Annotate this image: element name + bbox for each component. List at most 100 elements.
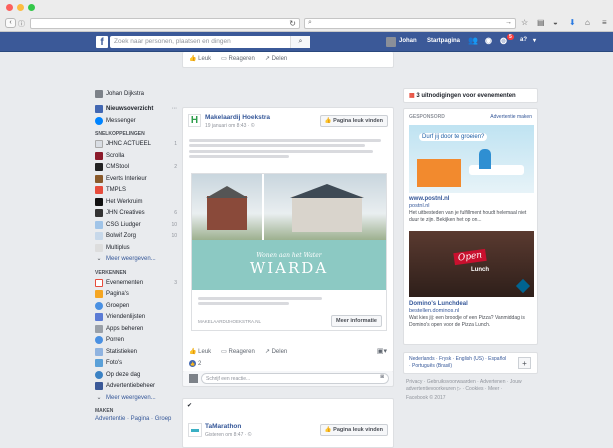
page-icon: [95, 163, 103, 172]
sidebar-item-groups[interactable]: Groepen: [95, 300, 180, 312]
events-invites-box[interactable]: ▦ 3 uitnodigingen voor evenementen: [403, 88, 538, 103]
ad1-title[interactable]: www.postnl.nl: [409, 196, 449, 202]
messages-icon[interactable]: ◉: [485, 36, 492, 45]
address-bar[interactable]: ↻: [30, 18, 300, 29]
share-button[interactable]: ↗ Delen: [265, 55, 287, 62]
postnl-ad-image[interactable]: Durf jij door te groeien?: [409, 125, 534, 193]
add-language-button[interactable]: +: [518, 357, 531, 369]
facebook-search-input[interactable]: Zoek naar personen, plaatsen en dingen ⌕: [110, 36, 310, 48]
shortcut-item[interactable]: CSG Liudger 10: [95, 219, 180, 231]
comment-input[interactable]: Schrijf een reactie... ◙: [201, 373, 389, 384]
friends-icon: [95, 313, 103, 322]
sidebar-item-messenger[interactable]: Messenger: [95, 115, 180, 127]
flag-icon: [95, 290, 103, 299]
create-ad-link[interactable]: Advertentie maken: [490, 114, 532, 120]
shortcut-item[interactable]: Everts Interieur: [95, 173, 180, 185]
shortcut-item[interactable]: Het Werkruim: [95, 196, 180, 208]
dominos-ad-image[interactable]: Open Lunch: [409, 231, 534, 297]
browser-search-input[interactable]: ⌕ →: [304, 18, 516, 29]
lunch-badge-text: Lunch: [471, 267, 489, 273]
share-button[interactable]: ↗ Delen: [265, 348, 287, 355]
footer-links[interactable]: Privacy · Gebruiksvoorwaarden · Adverten…: [403, 379, 538, 392]
create-header: MAKEN: [95, 408, 114, 414]
shortcut-item[interactable]: TMPLS: [95, 185, 180, 197]
profile-link[interactable]: Johan: [399, 38, 417, 44]
reload-icon[interactable]: ↻: [289, 19, 296, 28]
camera-icon[interactable]: ◙: [380, 374, 384, 380]
page-avatar[interactable]: H: [188, 114, 201, 127]
more-options-icon[interactable]: ···: [172, 106, 177, 112]
sidebar-item-news-feed[interactable]: Nieuwsoverzicht ···: [95, 104, 180, 116]
chart-icon: [95, 347, 103, 356]
ads-manager-icon: [95, 382, 103, 391]
pocket-icon[interactable]: ◒: [553, 18, 558, 27]
sidebar-profile[interactable]: Johan Dijkstra: [95, 88, 180, 100]
info-icon[interactable]: ⓘ: [18, 19, 25, 29]
ad2-domain[interactable]: bestellen.dominos.nl: [409, 308, 459, 314]
post-author[interactable]: TaMarathon: [205, 423, 241, 430]
create-links[interactable]: Advertentie · Pagina · Groep: [95, 416, 180, 425]
search-placeholder: Zoek naar personen, plaatsen en dingen: [114, 38, 231, 45]
shortcut-item[interactable]: JHNC ACTUEEL 1: [95, 139, 180, 151]
zoom-window-button[interactable]: [28, 4, 35, 11]
shortcut-item[interactable]: CMStool 2: [95, 162, 180, 174]
reading-list-icon[interactable]: ▤: [537, 18, 545, 27]
sidebar-item-ads-manager[interactable]: Advertentiebeheer: [95, 381, 180, 393]
shortcuts-more-link[interactable]: ⌄ Meer weergeven...: [95, 254, 180, 266]
ad2-description: Wat kies jij: een broodje of een Pizza? …: [409, 315, 525, 328]
sidebar-item-pokes[interactable]: Porren: [95, 335, 180, 347]
home-link[interactable]: Startpagina: [427, 38, 460, 44]
account-menu-chevron-icon[interactable]: ▾: [533, 37, 536, 44]
notifications-icon[interactable]: ◍: [500, 36, 507, 45]
open-sign-text: Open: [453, 248, 487, 266]
link-preview[interactable]: Wonen aan het Water WIARDA MAKELAARDIJHO…: [191, 173, 387, 331]
explore-header: VERKENNEN: [95, 269, 127, 276]
comment-button[interactable]: ▭ Reageren: [221, 55, 255, 62]
sidebar-item-on-this-day[interactable]: Op deze dag: [95, 369, 180, 381]
shortcut-item[interactable]: JHN Creatives 6: [95, 208, 180, 220]
menu-icon[interactable]: ≡: [602, 18, 607, 27]
download-icon[interactable]: ⬇: [569, 18, 576, 27]
home-icon[interactable]: ⌂: [585, 18, 590, 27]
go-arrow-icon[interactable]: →: [505, 19, 512, 26]
shortcut-item[interactable]: Scrolla: [95, 150, 180, 162]
search-button[interactable]: ⌕: [290, 36, 310, 48]
explore-more-link[interactable]: ⌄ Meer weergeven...: [95, 392, 180, 404]
like-page-button[interactable]: 👍 Pagina leuk vinden: [319, 115, 388, 127]
like-button[interactable]: 👍 Leuk: [189, 55, 211, 62]
page-icon: [95, 243, 103, 252]
notification-badge: 5: [507, 34, 514, 40]
sidebar-item-insights[interactable]: Statistieken: [95, 346, 180, 358]
like-button[interactable]: 👍 Leuk: [189, 348, 211, 355]
sidebar-item-friend-lists[interactable]: Vriendenlijsten: [95, 312, 180, 324]
messenger-icon: [95, 116, 103, 125]
sidebar-item-pages[interactable]: Pagina's: [95, 289, 180, 301]
minimize-window-button[interactable]: [17, 4, 24, 11]
back-button[interactable]: ‹: [5, 18, 16, 28]
like-page-button[interactable]: 👍 Pagina leuk vinden: [319, 424, 388, 436]
shortcut-item[interactable]: Bolwif Zorg 10: [95, 231, 180, 243]
ad1-domain[interactable]: postnl.nl: [409, 203, 430, 209]
search-icon: ⌕: [308, 19, 312, 26]
reactions-row[interactable]: 👍 2: [189, 360, 201, 367]
help-icon[interactable]: a?: [520, 37, 527, 43]
page-icon: [95, 186, 103, 195]
post-author[interactable]: Makelaardij Hoekstra: [205, 114, 270, 121]
ad1-description: Het uitbesteden van je fulfillment houdt…: [409, 210, 527, 223]
learn-more-button[interactable]: Meer informatie: [331, 315, 382, 327]
ad2-title[interactable]: Domino's Lunchdeal: [409, 301, 468, 307]
wiarda-banner: Wonen aan het Water WIARDA: [192, 240, 386, 290]
language-links[interactable]: Nederlands · Frysk · English (US) · Espa…: [409, 356, 509, 369]
close-window-button[interactable]: [6, 4, 13, 11]
facebook-logo-icon[interactable]: f: [96, 36, 108, 48]
audience-selector-icon[interactable]: ▣▾: [377, 347, 387, 355]
page-avatar[interactable]: [188, 423, 202, 437]
comment-button[interactable]: ▭ Reageren: [221, 348, 255, 355]
sidebar-item-events[interactable]: Evenementen 3: [95, 277, 180, 289]
sidebar-item-photos[interactable]: Foto's: [95, 358, 180, 370]
friend-requests-icon[interactable]: 👥: [468, 36, 478, 45]
user-avatar[interactable]: [386, 37, 396, 47]
sidebar-item-apps[interactable]: Apps beheren: [95, 323, 180, 335]
shortcut-item[interactable]: Multiplus: [95, 242, 180, 254]
bookmark-star-icon[interactable]: ☆: [521, 18, 528, 27]
